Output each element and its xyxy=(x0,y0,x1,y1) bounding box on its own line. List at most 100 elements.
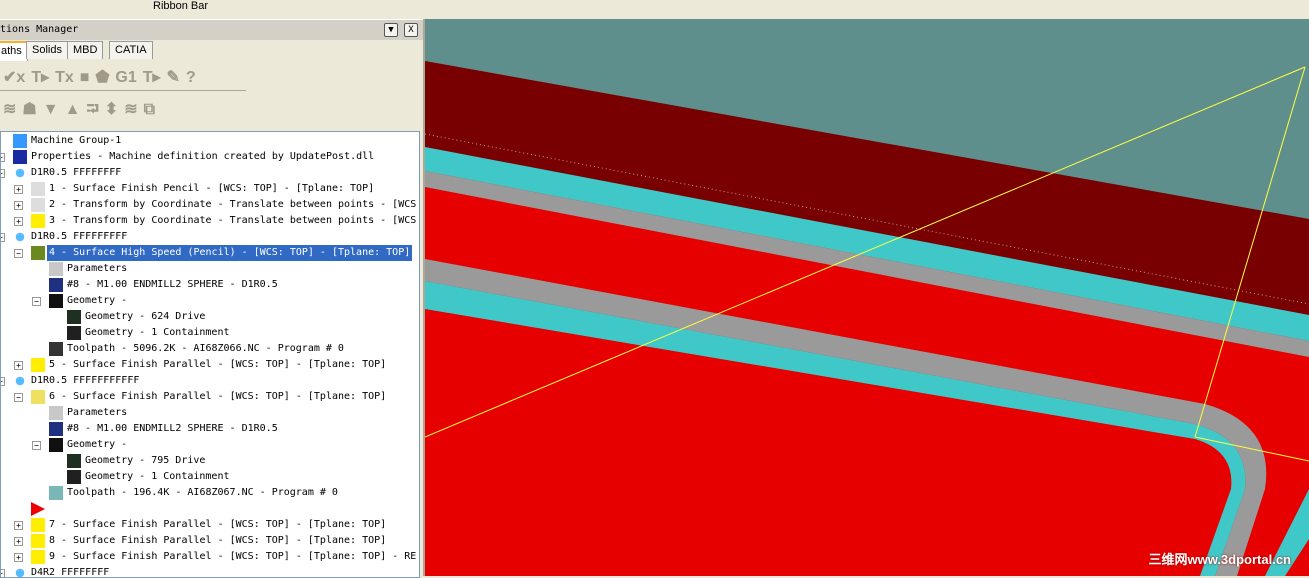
tree-item-label: 4 - Surface High Speed (Pencil) - [WCS: … xyxy=(47,245,413,261)
tree-item-label: Geometry - 795 Drive xyxy=(85,455,206,466)
collapse-icon[interactable]: − xyxy=(32,297,41,306)
geometry-drive-icon xyxy=(67,310,81,324)
toolbar-button-icon[interactable]: ▲ xyxy=(65,101,81,119)
toolbar-2: ≋ ☗ ▼ ▲ ⮒ ⬍ ≋ ⧉ xyxy=(0,93,246,121)
toolbar-button-icon[interactable]: ≋ xyxy=(124,99,137,119)
ghost-icon xyxy=(31,198,45,212)
toolgroup-icon xyxy=(13,230,27,244)
panel-title-bar: tions Manager ▼ X xyxy=(0,19,423,40)
watermark: 三维网www.3dportal.cn xyxy=(1148,552,1291,567)
toolbar-button-icon[interactable]: T▸ xyxy=(31,67,49,87)
operations-manager: tions Manager ▼ X aths Solids MBD CATIA … xyxy=(0,19,425,578)
parameters-icon xyxy=(49,406,63,420)
tree-item-label: Geometry - xyxy=(67,439,128,450)
folder-icon xyxy=(31,358,45,372)
tree-item-label: Geometry - 1 Containment xyxy=(85,471,230,482)
collapse-icon[interactable]: − xyxy=(14,393,23,402)
folder-open-check-icon xyxy=(31,246,45,260)
tab-mbd[interactable]: MBD xyxy=(67,41,104,59)
tool-icon xyxy=(49,422,63,436)
part-view xyxy=(425,61,1309,576)
toolpath-dark-icon xyxy=(49,342,63,356)
expand-icon[interactable]: + xyxy=(14,185,23,194)
tree-item-label: 7 - Surface Finish Parallel - [WCS: TOP]… xyxy=(49,519,387,530)
tab-catia[interactable]: CATIA xyxy=(109,41,153,59)
parameters-icon xyxy=(49,262,63,276)
toolbar-button-icon[interactable]: ⬟ xyxy=(95,67,109,87)
geometry-drive-icon xyxy=(67,454,81,468)
dropdown-icon[interactable]: ▼ xyxy=(384,23,398,37)
tree-item-label: 5 - Surface Finish Parallel - [WCS: TOP]… xyxy=(49,359,387,370)
tree-item-label: D1R0.5 FFFFFFFFFFF xyxy=(31,375,140,386)
tree-item-label: #8 - M1.00 ENDMILL2 SPHERE - D1R0.5 xyxy=(67,423,278,434)
collapse-icon[interactable]: − xyxy=(14,249,23,258)
expand-icon[interactable]: + xyxy=(14,217,23,226)
ribbon-title: Ribbon Bar xyxy=(153,0,209,12)
toolbar-button-icon[interactable]: G1 xyxy=(115,69,136,87)
folder-icon xyxy=(31,534,45,548)
machine-group-icon xyxy=(13,134,27,148)
tree-item-label: Toolpath - 5096.2K - AI68Z066.NC - Progr… xyxy=(67,343,344,354)
toolbar-button-icon[interactable]: ✎ xyxy=(167,67,180,87)
tree-item-label: Parameters xyxy=(67,263,128,274)
operations-tree[interactable]: Machine Group-1 + Properties - Machine def… xyxy=(0,131,420,578)
toolbar-button-icon[interactable]: ⧉ xyxy=(144,101,155,119)
toolbar-button-icon[interactable]: ? xyxy=(186,69,196,87)
toolbar-button-icon[interactable]: ■ xyxy=(80,69,90,87)
tree-item-label: Geometry - xyxy=(67,295,128,306)
tree-item-label: 9 - Surface Finish Parallel - [WCS: TOP]… xyxy=(49,551,417,562)
toolgroup-icon xyxy=(13,566,27,577)
tab-solids[interactable]: Solids xyxy=(26,41,68,59)
tree-item-label: Geometry - 1 Containment xyxy=(85,327,230,338)
tree-item-label: Parameters xyxy=(67,407,128,418)
tree-item-label: Geometry - 624 Drive xyxy=(85,311,206,322)
properties-icon xyxy=(13,150,27,164)
close-icon[interactable]: X xyxy=(404,23,418,37)
expand-icon[interactable]: + xyxy=(14,553,23,562)
toolgroup-icon xyxy=(13,374,27,388)
geometry-icon xyxy=(49,438,63,452)
expand-icon[interactable]: + xyxy=(14,361,23,370)
tree-item-label: 1 - Surface Finish Pencil - [WCS: TOP] -… xyxy=(49,183,375,194)
geometry-containment-icon xyxy=(67,326,81,340)
expand-icon[interactable]: + xyxy=(14,521,23,530)
toolbar-button-icon[interactable]: ≋ xyxy=(3,99,16,119)
collapse-icon[interactable]: − xyxy=(1,569,5,577)
tree-item-label: 3 - Transform by Coordinate - Translate … xyxy=(49,215,417,226)
toolbar-button-icon[interactable]: T▸ xyxy=(143,67,161,87)
toolbar-1: ✔x T▸ Tx ■ ⬟ G1 T▸ ✎? xyxy=(0,62,246,91)
toolbar-button-icon[interactable]: Tx xyxy=(55,69,74,87)
folder-icon xyxy=(31,550,45,564)
geometry-icon xyxy=(49,294,63,308)
tool-icon xyxy=(49,278,63,292)
ribbon-bar: Ribbon Bar xyxy=(0,0,1309,19)
tree-item-label: D1R0.5 FFFFFFFFF xyxy=(31,231,128,242)
toolbar-button-icon[interactable]: ✔x xyxy=(3,67,25,87)
tab-toolpaths[interactable]: aths xyxy=(0,41,28,61)
toolbar-button-icon[interactable]: ☗ xyxy=(22,99,36,119)
tree-item-label: D4R2 FFFFFFFF xyxy=(31,567,110,578)
tree-item-label: Properties - Machine definition created … xyxy=(31,151,375,162)
ghost-icon xyxy=(31,182,45,196)
toolbar-button-icon[interactable]: ⬍ xyxy=(105,99,118,119)
toolbar-button-icon[interactable]: ⮒ xyxy=(86,98,98,125)
folder-open-icon xyxy=(31,390,45,404)
geometry-containment-icon xyxy=(67,470,81,484)
toolbar-button-icon[interactable]: ▼ xyxy=(43,101,59,119)
expand-icon[interactable]: + xyxy=(1,153,5,162)
expand-icon[interactable]: + xyxy=(14,537,23,546)
graphics-viewport[interactable]: 三维网www.3dportal.cn xyxy=(425,19,1309,576)
folder-icon xyxy=(31,214,45,228)
expand-icon[interactable]: + xyxy=(14,201,23,210)
collapse-icon[interactable]: − xyxy=(1,169,5,178)
collapse-icon[interactable]: − xyxy=(32,441,41,450)
folder-icon xyxy=(31,518,45,532)
tree-item-label: 2 - Transform by Coordinate - Translate … xyxy=(49,199,417,210)
toolpath-light-icon xyxy=(49,486,63,500)
collapse-icon[interactable]: − xyxy=(1,377,5,386)
tree-item-label: Toolpath - 196.4K - AI68Z067.NC - Progra… xyxy=(67,487,338,498)
tree-item-label: 8 - Surface Finish Parallel - [WCS: TOP]… xyxy=(49,535,387,546)
toolgroup-icon xyxy=(13,166,27,180)
collapse-icon[interactable]: − xyxy=(1,233,5,242)
insert-arrow-icon xyxy=(31,502,45,516)
